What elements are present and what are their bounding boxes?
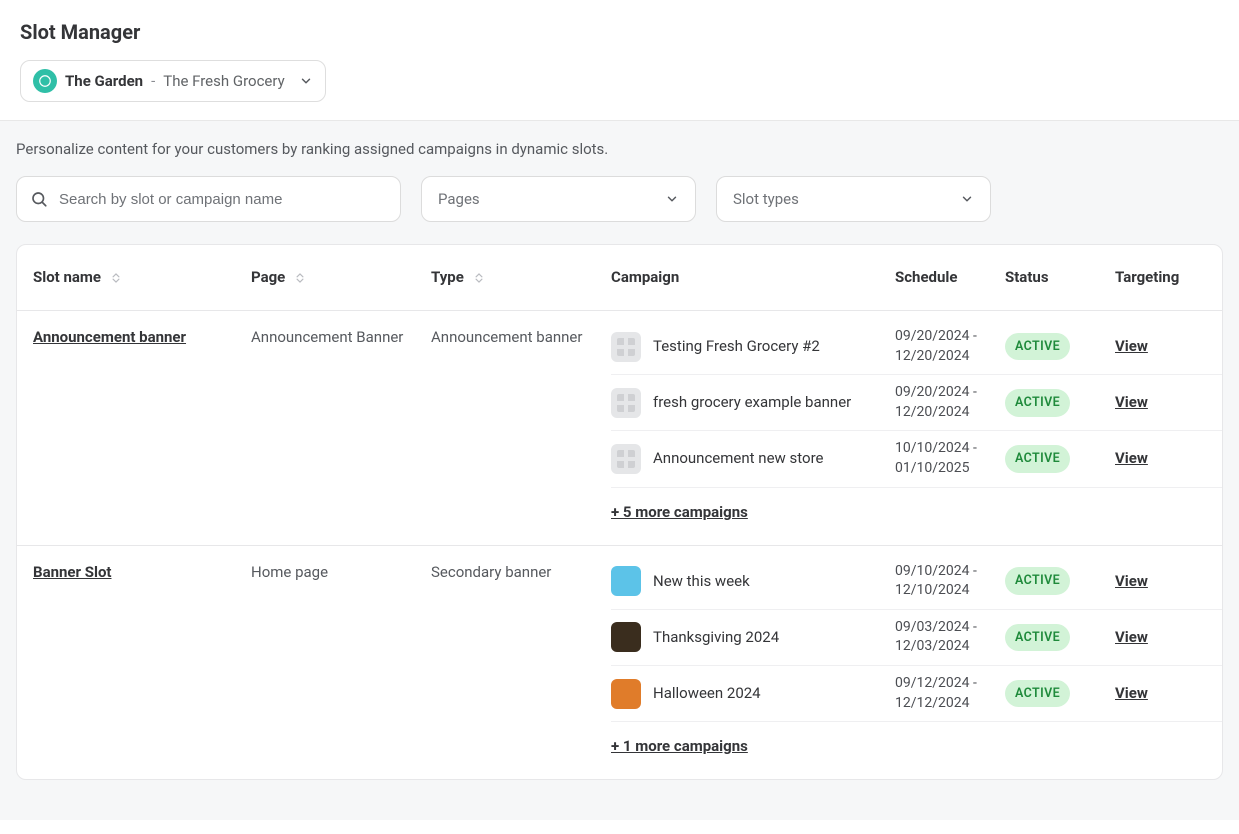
campaign-row: New this week 09/10/2024 - 12/10/2024ACTI… <box>611 562 1223 610</box>
sort-icon <box>109 271 123 285</box>
col-type-label: Type <box>431 267 464 288</box>
campaign-title: fresh grocery example banner <box>653 392 851 413</box>
slot-page: Home page <box>251 562 431 764</box>
targeting-view-link[interactable]: View <box>1115 449 1148 467</box>
targeting-view-link[interactable]: View <box>1115 684 1148 702</box>
campaign-row: fresh grocery example banner 09/20/2024 -… <box>611 375 1223 431</box>
campaign-thumbnail-icon <box>611 332 641 362</box>
col-schedule: Schedule <box>895 267 1005 288</box>
campaign-schedule: 10/10/2024 - 01/10/2025 <box>895 439 1005 478</box>
search-icon <box>30 190 48 208</box>
sort-icon <box>472 271 486 285</box>
site-child: The Fresh Grocery <box>163 71 284 92</box>
site-logo-icon <box>33 69 57 93</box>
targeting-view-link[interactable]: View <box>1115 628 1148 646</box>
slots-table: Slot name Page Type Campaign Schedule St… <box>16 244 1223 780</box>
status-badge: ACTIVE <box>1005 445 1070 473</box>
status-badge: ACTIVE <box>1005 680 1070 708</box>
col-status-label: Status <box>1005 267 1049 288</box>
search-wrapper <box>16 176 401 222</box>
status-badge: ACTIVE <box>1005 333 1070 361</box>
slot-name-link[interactable]: Banner Slot <box>33 563 112 581</box>
campaign-thumbnail-icon <box>611 679 641 709</box>
campaign-schedule: 09/03/2024 - 12/03/2024 <box>895 618 1005 657</box>
campaign-schedule: 09/20/2024 - 12/20/2024 <box>895 383 1005 422</box>
col-slot-name[interactable]: Slot name <box>33 267 251 288</box>
campaign-schedule: 09/12/2024 - 12/12/2024 <box>895 674 1005 713</box>
slot-name-link[interactable]: Announcement banner <box>33 328 186 346</box>
page-subtitle: Personalize content for your customers b… <box>16 139 1223 160</box>
pages-filter-label: Pages <box>438 189 480 210</box>
campaign-title: Thanksgiving 2024 <box>653 627 779 648</box>
pages-filter[interactable]: Pages <box>421 176 696 222</box>
site-picker[interactable]: The Garden - The Fresh Grocery <box>20 60 326 102</box>
campaigns-column: New this week09/10/2024 - 12/10/2024ACTI… <box>611 562 1223 764</box>
campaign-row: Halloween 2024 09/12/2024 - 12/12/2024ACT… <box>611 666 1223 722</box>
campaign-thumbnail-icon <box>611 444 641 474</box>
status-badge: ACTIVE <box>1005 624 1070 652</box>
site-parent: The Garden <box>65 71 143 92</box>
col-targeting: Targeting <box>1115 267 1223 288</box>
col-campaign: Campaign <box>611 267 895 288</box>
more-campaigns-link[interactable]: + 1 more campaigns <box>611 722 1223 763</box>
more-campaigns-link[interactable]: + 5 more campaigns <box>611 488 1223 529</box>
chevron-down-icon <box>665 192 679 206</box>
slot-group: Announcement bannerAnnouncement BannerAn… <box>17 311 1222 546</box>
col-targeting-label: Targeting <box>1115 267 1179 288</box>
campaign-title: Announcement new store <box>653 448 823 469</box>
campaign-row: Announcement new store 10/10/2024 - 01/10… <box>611 431 1223 487</box>
slot-page: Announcement Banner <box>251 327 431 529</box>
slot-type: Secondary banner <box>431 562 611 764</box>
targeting-view-link[interactable]: View <box>1115 337 1148 355</box>
campaign-row: Testing Fresh Grocery #2 09/20/2024 - 12/… <box>611 327 1223 375</box>
table-header: Slot name Page Type Campaign Schedule St… <box>17 245 1222 311</box>
col-slot-name-label: Slot name <box>33 267 101 288</box>
campaign-title: Halloween 2024 <box>653 683 761 704</box>
campaigns-column: Testing Fresh Grocery #2 09/20/2024 - 12/… <box>611 327 1223 529</box>
status-badge: ACTIVE <box>1005 567 1070 595</box>
site-separator: - <box>151 71 155 92</box>
col-status: Status <box>1005 267 1115 288</box>
sort-icon <box>293 271 307 285</box>
chevron-down-icon <box>960 192 974 206</box>
campaign-thumbnail-icon <box>611 388 641 418</box>
page-title: Slot Manager <box>20 18 1219 46</box>
col-campaign-label: Campaign <box>611 267 679 288</box>
col-page[interactable]: Page <box>251 267 431 288</box>
targeting-view-link[interactable]: View <box>1115 393 1148 411</box>
status-badge: ACTIVE <box>1005 389 1070 417</box>
col-page-label: Page <box>251 267 285 288</box>
col-schedule-label: Schedule <box>895 267 957 288</box>
campaign-title: Testing Fresh Grocery #2 <box>653 336 820 357</box>
campaign-thumbnail-icon <box>611 622 641 652</box>
slot-types-filter[interactable]: Slot types <box>716 176 991 222</box>
targeting-view-link[interactable]: View <box>1115 572 1148 590</box>
slot-type: Announcement banner <box>431 327 611 529</box>
chevron-down-icon <box>299 74 313 88</box>
col-type[interactable]: Type <box>431 267 611 288</box>
slot-group: Banner SlotHome pageSecondary bannerNew … <box>17 546 1222 780</box>
campaign-schedule: 09/10/2024 - 12/10/2024 <box>895 562 1005 601</box>
campaign-thumbnail-icon <box>611 566 641 596</box>
search-input[interactable] <box>16 176 401 222</box>
campaign-row: Thanksgiving 2024 09/03/2024 - 12/03/2024… <box>611 610 1223 666</box>
campaign-title: New this week <box>653 571 750 592</box>
campaign-schedule: 09/20/2024 - 12/20/2024 <box>895 327 1005 366</box>
slot-types-filter-label: Slot types <box>733 189 799 210</box>
